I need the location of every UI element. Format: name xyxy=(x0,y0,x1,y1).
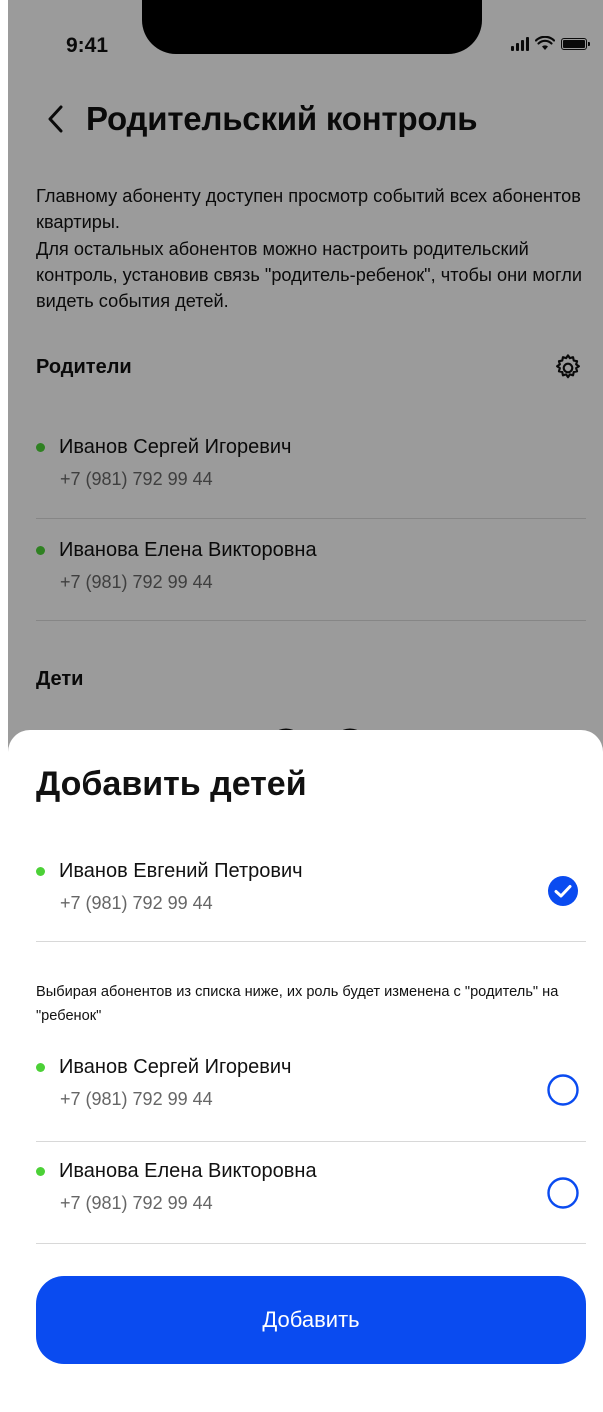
divider xyxy=(36,1141,586,1142)
divider xyxy=(36,941,586,942)
child-name: Иванова Елена Викторовна xyxy=(59,1160,317,1182)
add-button[interactable]: Добавить xyxy=(36,1276,586,1364)
unchecked-circle-icon[interactable] xyxy=(547,1074,579,1106)
online-dot xyxy=(36,1167,45,1176)
online-dot xyxy=(36,1063,45,1072)
child-name: Иванов Евгений Петрович xyxy=(59,860,303,882)
child-option-item[interactable]: Иванов Сергей Игоревич +7 (981) 792 99 4… xyxy=(36,1056,586,1110)
child-name: Иванов Сергей Игоревич xyxy=(59,1056,292,1078)
unchecked-circle-icon[interactable] xyxy=(547,1177,579,1209)
child-phone: +7 (981) 792 99 44 xyxy=(60,1089,213,1109)
child-option-item[interactable]: Иванов Евгений Петрович +7 (981) 792 99 … xyxy=(36,860,586,914)
role-change-hint: Выбирая абонентов из списка ниже, их рол… xyxy=(36,984,559,1024)
add-children-sheet: Добавить детей Иванов Евгений Петрович +… xyxy=(8,730,603,1412)
sheet-title: Добавить детей xyxy=(36,765,307,803)
child-phone: +7 (981) 792 99 44 xyxy=(60,893,213,913)
phone-screen: 9:41 Родительский контроль Главному абон… xyxy=(8,0,603,1412)
child-phone: +7 (981) 792 99 44 xyxy=(60,1193,213,1213)
divider xyxy=(36,1243,586,1244)
online-dot xyxy=(36,867,45,876)
checked-circle-icon[interactable] xyxy=(547,875,579,907)
child-option-item[interactable]: Иванова Елена Викторовна +7 (981) 792 99… xyxy=(36,1160,586,1214)
